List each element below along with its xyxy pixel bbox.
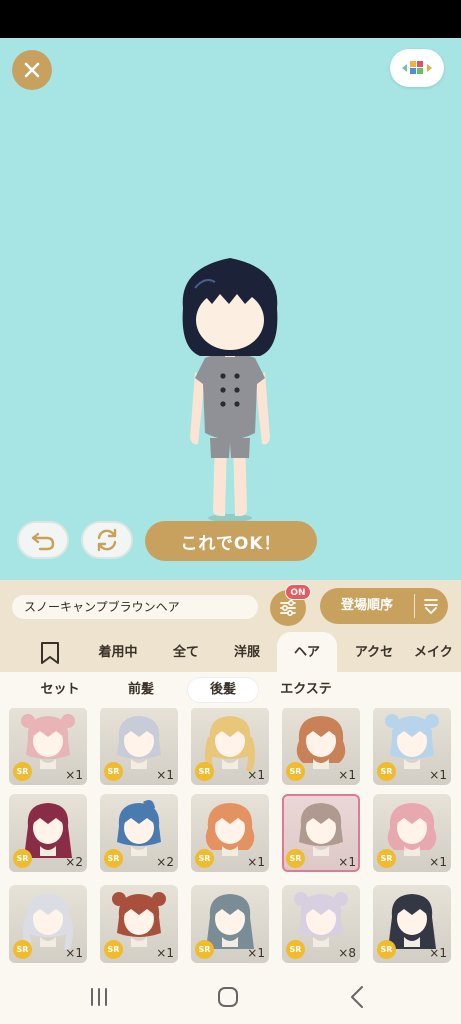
item-count: ×2 <box>65 855 83 869</box>
avatar-figure <box>182 258 278 522</box>
item-card-selected[interactable]: SR ×1 <box>282 794 360 872</box>
item-count: ×1 <box>338 855 356 869</box>
item-count: ×1 <box>247 946 265 960</box>
item-count: ×8 <box>338 946 356 960</box>
tab-makeup[interactable]: メイク <box>414 632 461 672</box>
sub-tabs: セット 前髪 後髪 エクステ <box>0 672 461 708</box>
item-card[interactable]: SR ×2 <box>100 794 178 872</box>
item-card[interactable]: SR ×1 <box>191 794 269 872</box>
subtab-front-hair[interactable]: 前髪 <box>108 678 174 702</box>
item-card[interactable]: SR ×1 <box>373 794 451 872</box>
bookmark-icon[interactable] <box>32 641 68 665</box>
item-card[interactable]: SR ×8 <box>282 885 360 963</box>
category-tabs: 着用中 全て 洋服 ヘア アクセ メイク <box>0 632 461 672</box>
rarity-badge: SR <box>13 849 32 868</box>
rarity-badge: SR <box>195 940 214 959</box>
home-icon[interactable] <box>213 982 243 1012</box>
tab-all[interactable]: 全て <box>160 632 212 672</box>
rarity-badge: SR <box>104 849 123 868</box>
close-icon <box>24 62 40 78</box>
filter-on-badge: ON <box>285 584 311 600</box>
item-card[interactable]: SR ×1 <box>373 708 451 785</box>
item-count: ×1 <box>156 946 174 960</box>
item-card[interactable]: SR ×1 <box>100 885 178 963</box>
tab-hair[interactable]: ヘア <box>277 632 337 672</box>
rarity-badge: SR <box>286 849 305 868</box>
item-count: ×2 <box>156 855 174 869</box>
item-card[interactable]: SR ×1 <box>191 708 269 785</box>
status-bar <box>0 0 461 38</box>
rarity-badge: SR <box>13 762 32 781</box>
item-count: ×1 <box>247 768 265 782</box>
item-card[interactable]: SR ×2 <box>9 794 87 872</box>
item-card[interactable]: SR ×1 <box>282 708 360 785</box>
confirm-button[interactable]: これでOK！ <box>145 521 317 561</box>
back-icon[interactable] <box>343 982 373 1012</box>
subtab-set[interactable]: セット <box>24 678 96 702</box>
undo-button[interactable] <box>17 521 69 559</box>
undo-icon <box>31 532 55 551</box>
item-count: ×1 <box>65 768 83 782</box>
rarity-badge: SR <box>286 762 305 781</box>
recent-apps-icon[interactable] <box>84 982 114 1012</box>
rarity-badge: SR <box>13 940 32 959</box>
close-button[interactable] <box>12 50 52 90</box>
item-card[interactable]: SR ×1 <box>9 708 87 785</box>
tab-accessory[interactable]: アクセ <box>343 632 405 672</box>
control-bar: スノーキャンプブラウンヘア ON 登場順序 <box>0 580 461 632</box>
rarity-badge: SR <box>286 940 305 959</box>
item-count: ×1 <box>156 768 174 782</box>
rotate-icon <box>97 528 117 552</box>
item-card[interactable]: SR ×1 <box>9 885 87 963</box>
item-card[interactable]: SR ×1 <box>100 708 178 785</box>
sort-label: 登場順序 <box>340 598 393 613</box>
rarity-badge: SR <box>195 762 214 781</box>
subtab-back-hair[interactable]: 後髪 <box>188 678 258 702</box>
item-card[interactable]: SR ×1 <box>191 885 269 963</box>
sort-button[interactable]: 登場順序 <box>320 588 448 624</box>
item-count: ×1 <box>338 768 356 782</box>
rarity-badge: SR <box>195 849 214 868</box>
item-card[interactable]: SR ×1 <box>373 885 451 963</box>
rotate-button[interactable] <box>81 521 133 559</box>
rarity-badge: SR <box>104 940 123 959</box>
sort-divider <box>414 594 415 618</box>
item-count: ×1 <box>429 855 447 869</box>
item-count: ×1 <box>429 768 447 782</box>
rarity-badge: SR <box>377 762 396 781</box>
item-grid: SR ×1 SR ×1 SR ×1 SR ×1 SR ×1 SR ×2 SR ×2 SR ×1 SR ×1 SR ×1… <box>0 708 461 970</box>
avatar-stage: これでOK！ <box>0 38 461 580</box>
sort-icon[interactable] <box>422 597 440 615</box>
subtab-extension[interactable]: エクステ <box>268 678 344 702</box>
palette-button[interactable] <box>390 49 444 87</box>
palette-icon <box>402 61 432 74</box>
tab-clothes[interactable]: 洋服 <box>222 632 272 672</box>
item-count: ×1 <box>429 946 447 960</box>
item-name-field: スノーキャンプブラウンヘア <box>12 595 258 619</box>
item-count: ×1 <box>65 946 83 960</box>
item-count: ×1 <box>247 855 265 869</box>
rarity-badge: SR <box>104 762 123 781</box>
sliders-icon <box>280 599 296 617</box>
rarity-badge: SR <box>377 940 396 959</box>
tab-wearing[interactable]: 着用中 <box>86 632 150 672</box>
system-nav-bar <box>0 970 461 1024</box>
rarity-badge: SR <box>377 849 396 868</box>
